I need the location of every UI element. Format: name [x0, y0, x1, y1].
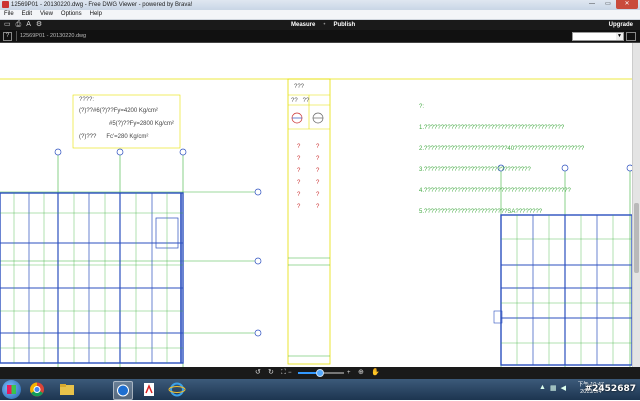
zoom-in-icon[interactable]: +: [347, 368, 351, 378]
general-note: 3.????????????????????????????????: [419, 167, 531, 173]
maximize-button[interactable]: ▭: [600, 0, 616, 9]
legend-symbols-right: ??????: [316, 144, 320, 210]
pan-icon[interactable]: ✋: [371, 368, 380, 378]
menu-options[interactable]: Options: [57, 10, 86, 19]
measure-button[interactable]: Measure: [291, 20, 315, 30]
brava-icon: [117, 384, 129, 397]
acrobat-icon: [144, 383, 154, 396]
menu-edit[interactable]: Edit: [18, 10, 36, 19]
internet-explorer-icon: [168, 382, 186, 397]
legend-symbols-left: ??????: [297, 144, 301, 210]
upgrade-button[interactable]: Upgrade: [609, 20, 633, 30]
zoom-out-icon[interactable]: −: [288, 368, 292, 378]
toolbar: ▭ ⎙ A ⚙ Measure • Publish Upgrade: [0, 20, 640, 30]
acrobat-taskbar-button[interactable]: [140, 381, 158, 398]
drawing-canvas[interactable]: ????: (?)??#6(?)??Fy=4200 Kg/cm² #5(?)??…: [0, 43, 632, 367]
print-icon[interactable]: ⎙: [16, 21, 22, 29]
network-icon[interactable]: ▦: [550, 384, 557, 392]
general-notes: ?: 1.???????????????????????????????????…: [419, 90, 584, 230]
general-note: 2.?????????????????????????40???????????…: [419, 146, 585, 152]
legend-title: ???: [294, 84, 305, 90]
ie-taskbar-button[interactable]: [168, 381, 186, 398]
fit-icon[interactable]: ⛶: [281, 368, 286, 378]
tray-arrow-icon[interactable]: ▲: [539, 384, 546, 392]
menu-view[interactable]: View: [36, 10, 57, 19]
window-title: 12569P01 - 20130220.dwg - Free DWG Viewe…: [11, 2, 193, 8]
volume-icon[interactable]: ◀: [561, 384, 566, 392]
legend-columns: ?? ??: [291, 98, 310, 104]
vertical-scrollbar[interactable]: [632, 43, 640, 367]
spec-note-line-1: (?)??#6(?)??Fy=4200 Kg/cm²: [79, 108, 158, 114]
general-note: 4.??????????????????????????????????????…: [419, 188, 571, 194]
publish-button[interactable]: Publish: [333, 20, 355, 30]
taskbar: ▲ ▦ ◀ 下午 10:47 2013/3/4: [0, 379, 640, 400]
system-tray: ▲ ▦ ◀: [539, 384, 566, 392]
menu-file[interactable]: File: [0, 10, 18, 19]
help-icon[interactable]: ?: [3, 32, 12, 41]
brava-taskbar-button[interactable]: [113, 381, 133, 400]
scrollbar-thumb[interactable]: [634, 203, 639, 273]
general-note: 5.?????????????????????????SA????????: [419, 209, 543, 215]
windows-logo-icon: [7, 385, 16, 394]
watermark: #2452687: [584, 384, 636, 394]
minimize-button[interactable]: —: [584, 0, 600, 9]
folder-icon: [60, 384, 74, 395]
general-note: ?:: [419, 104, 425, 110]
rotate-left-icon[interactable]: ↺: [255, 368, 261, 378]
view-toolbar: ↺ ↻ ⛶ − + ⊕ ✋: [0, 367, 640, 379]
app-icon: [2, 1, 9, 8]
menu-bar: File Edit View Options Help: [0, 10, 640, 20]
spec-note-line-3: (?)??? Fc'=280 Kg/cm²: [79, 134, 149, 140]
text-icon[interactable]: A: [26, 21, 31, 29]
file-tab-bar: ? 12569P01 - 20130220.dwg ▼: [0, 30, 640, 43]
settings-icon[interactable]: ⚙: [36, 21, 42, 29]
file-tab[interactable]: 12569P01 - 20130220.dwg: [16, 31, 89, 41]
open-icon[interactable]: ▭: [4, 21, 11, 29]
spec-note-line-2: #5(?)??Fy=2800 Kg/cm²: [109, 121, 174, 127]
zoom-slider-handle[interactable]: [315, 369, 324, 377]
chrome-taskbar-button[interactable]: [28, 381, 46, 398]
menu-help[interactable]: Help: [86, 10, 106, 19]
rotate-right-icon[interactable]: ↻: [268, 368, 274, 378]
spec-note-title: ????:: [79, 97, 95, 103]
general-note: 1.??????????????????????????????????????…: [419, 125, 565, 131]
toolbar-separator: •: [323, 22, 326, 28]
explorer-taskbar-button[interactable]: [58, 381, 76, 398]
zoom-slider[interactable]: [298, 369, 344, 377]
panel-toggle-button[interactable]: [626, 32, 636, 41]
start-button[interactable]: [2, 380, 21, 399]
view-select[interactable]: ▼: [572, 32, 624, 41]
close-button[interactable]: ✕: [616, 0, 638, 9]
chevron-down-icon[interactable]: ▼: [616, 33, 623, 40]
zoom-window-icon[interactable]: ⊕: [358, 368, 364, 378]
chrome-icon: [30, 382, 44, 397]
